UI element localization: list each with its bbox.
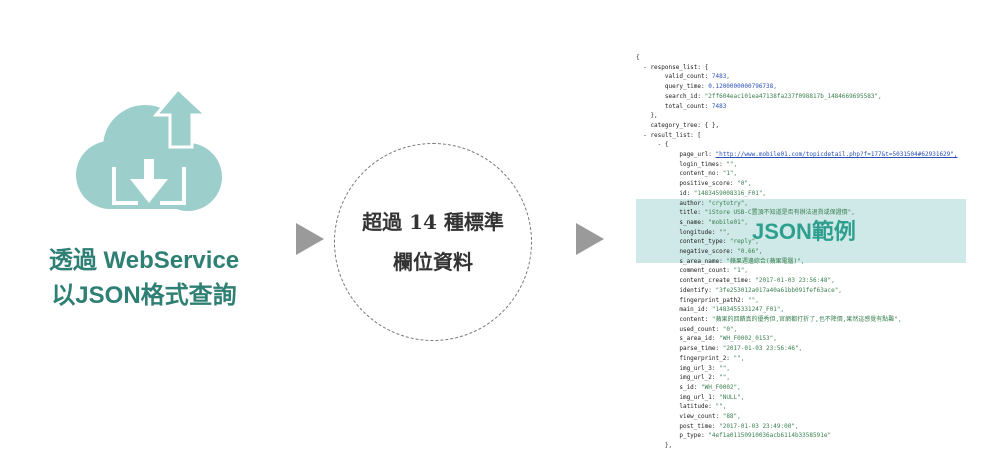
json-line: fingerprint_path2: "", bbox=[636, 296, 759, 304]
circle-line-1: 超過 14 種標準 bbox=[362, 210, 504, 234]
caption-line-2: 以JSON格式查詢 bbox=[51, 282, 237, 309]
json-line: total_count: 7483 bbox=[636, 102, 727, 110]
json-line: img_url_1: "NULL", bbox=[636, 393, 745, 401]
json-line: content_create_time: "2017-01-03 23:56:4… bbox=[636, 277, 835, 285]
json-line: }, bbox=[636, 112, 658, 120]
right-arrow-icon bbox=[576, 223, 604, 255]
json-line: - { bbox=[636, 141, 669, 149]
cloud-download-upload-icon bbox=[76, 86, 222, 211]
right-arrow-icon bbox=[296, 223, 324, 255]
json-line: query_time: 0.1200000000796738, bbox=[636, 83, 777, 91]
json-line: page_url: "http://www.mobile01.com/topic… bbox=[636, 151, 958, 159]
json-line: p_type: "4ef1a01150910036acb6114b3358591… bbox=[636, 432, 832, 440]
json-line: used_count: "0", bbox=[636, 325, 738, 333]
json-line: img_url_3: "", bbox=[636, 364, 730, 372]
json-line: category_tree: { }, bbox=[636, 121, 720, 129]
json-line: positive_score: "0", bbox=[636, 180, 752, 188]
json-line: content_no: "1", bbox=[636, 170, 738, 178]
json-line: login_times: "", bbox=[636, 160, 738, 168]
json-sample: { - response_list: { valid_count: 7483, … bbox=[636, 53, 976, 449]
json-line: id: "1483459008316_F01", bbox=[636, 189, 767, 197]
json-line: search_id: "2ff604eac101ea47138fa237f098… bbox=[636, 92, 882, 100]
json-line: author: "crytotry", bbox=[636, 199, 748, 207]
json-line: comment_count: "1", bbox=[636, 267, 748, 275]
json-line: content: "蘋果的回饋真的優秀但,官網都打折了,也不降價,果然這感覺有點… bbox=[636, 315, 902, 323]
json-line: view_count: "88", bbox=[636, 413, 741, 421]
json-line: }, bbox=[636, 442, 673, 450]
json-line: fingerprint_2: "", bbox=[636, 354, 745, 362]
json-line: { bbox=[636, 54, 640, 61]
caption: 透過 WebService 以JSON格式查詢 bbox=[20, 243, 268, 313]
caption-line-1: 透過 WebService bbox=[48, 247, 240, 274]
json-line: - result_list: [ bbox=[636, 131, 702, 139]
json-line: identify: "3fe253012a017a40a61bb091fef63… bbox=[636, 286, 842, 294]
json-line: s_id: "WH_F0002", bbox=[636, 383, 741, 391]
json-line: main_id: "1483455331247_F01", bbox=[636, 306, 785, 314]
json-line: negative_score: "0.66", bbox=[636, 248, 763, 256]
json-line: - response_list: { bbox=[636, 63, 709, 71]
fields-circle: 超過 14 種標準 欄位資料 bbox=[334, 143, 532, 341]
json-example-label: JSON範例 bbox=[752, 219, 856, 244]
json-line: latitude: "", bbox=[636, 403, 727, 411]
circle-line-2: 欄位資料 bbox=[393, 250, 473, 274]
json-line: post_time: "2017-01-03 23:49:00", bbox=[636, 422, 799, 430]
json-line: parse_time: "2017-01-03 23:56:46", bbox=[636, 345, 803, 353]
json-line: s_area_id: "WH_F0002_0153", bbox=[636, 335, 777, 343]
json-line: s_area_name: "蘋果週邊綜合(蘋果電腦)", bbox=[636, 257, 805, 265]
json-line: valid_count: 7483, bbox=[636, 73, 730, 81]
json-line: img_url_2: "", bbox=[636, 374, 730, 382]
